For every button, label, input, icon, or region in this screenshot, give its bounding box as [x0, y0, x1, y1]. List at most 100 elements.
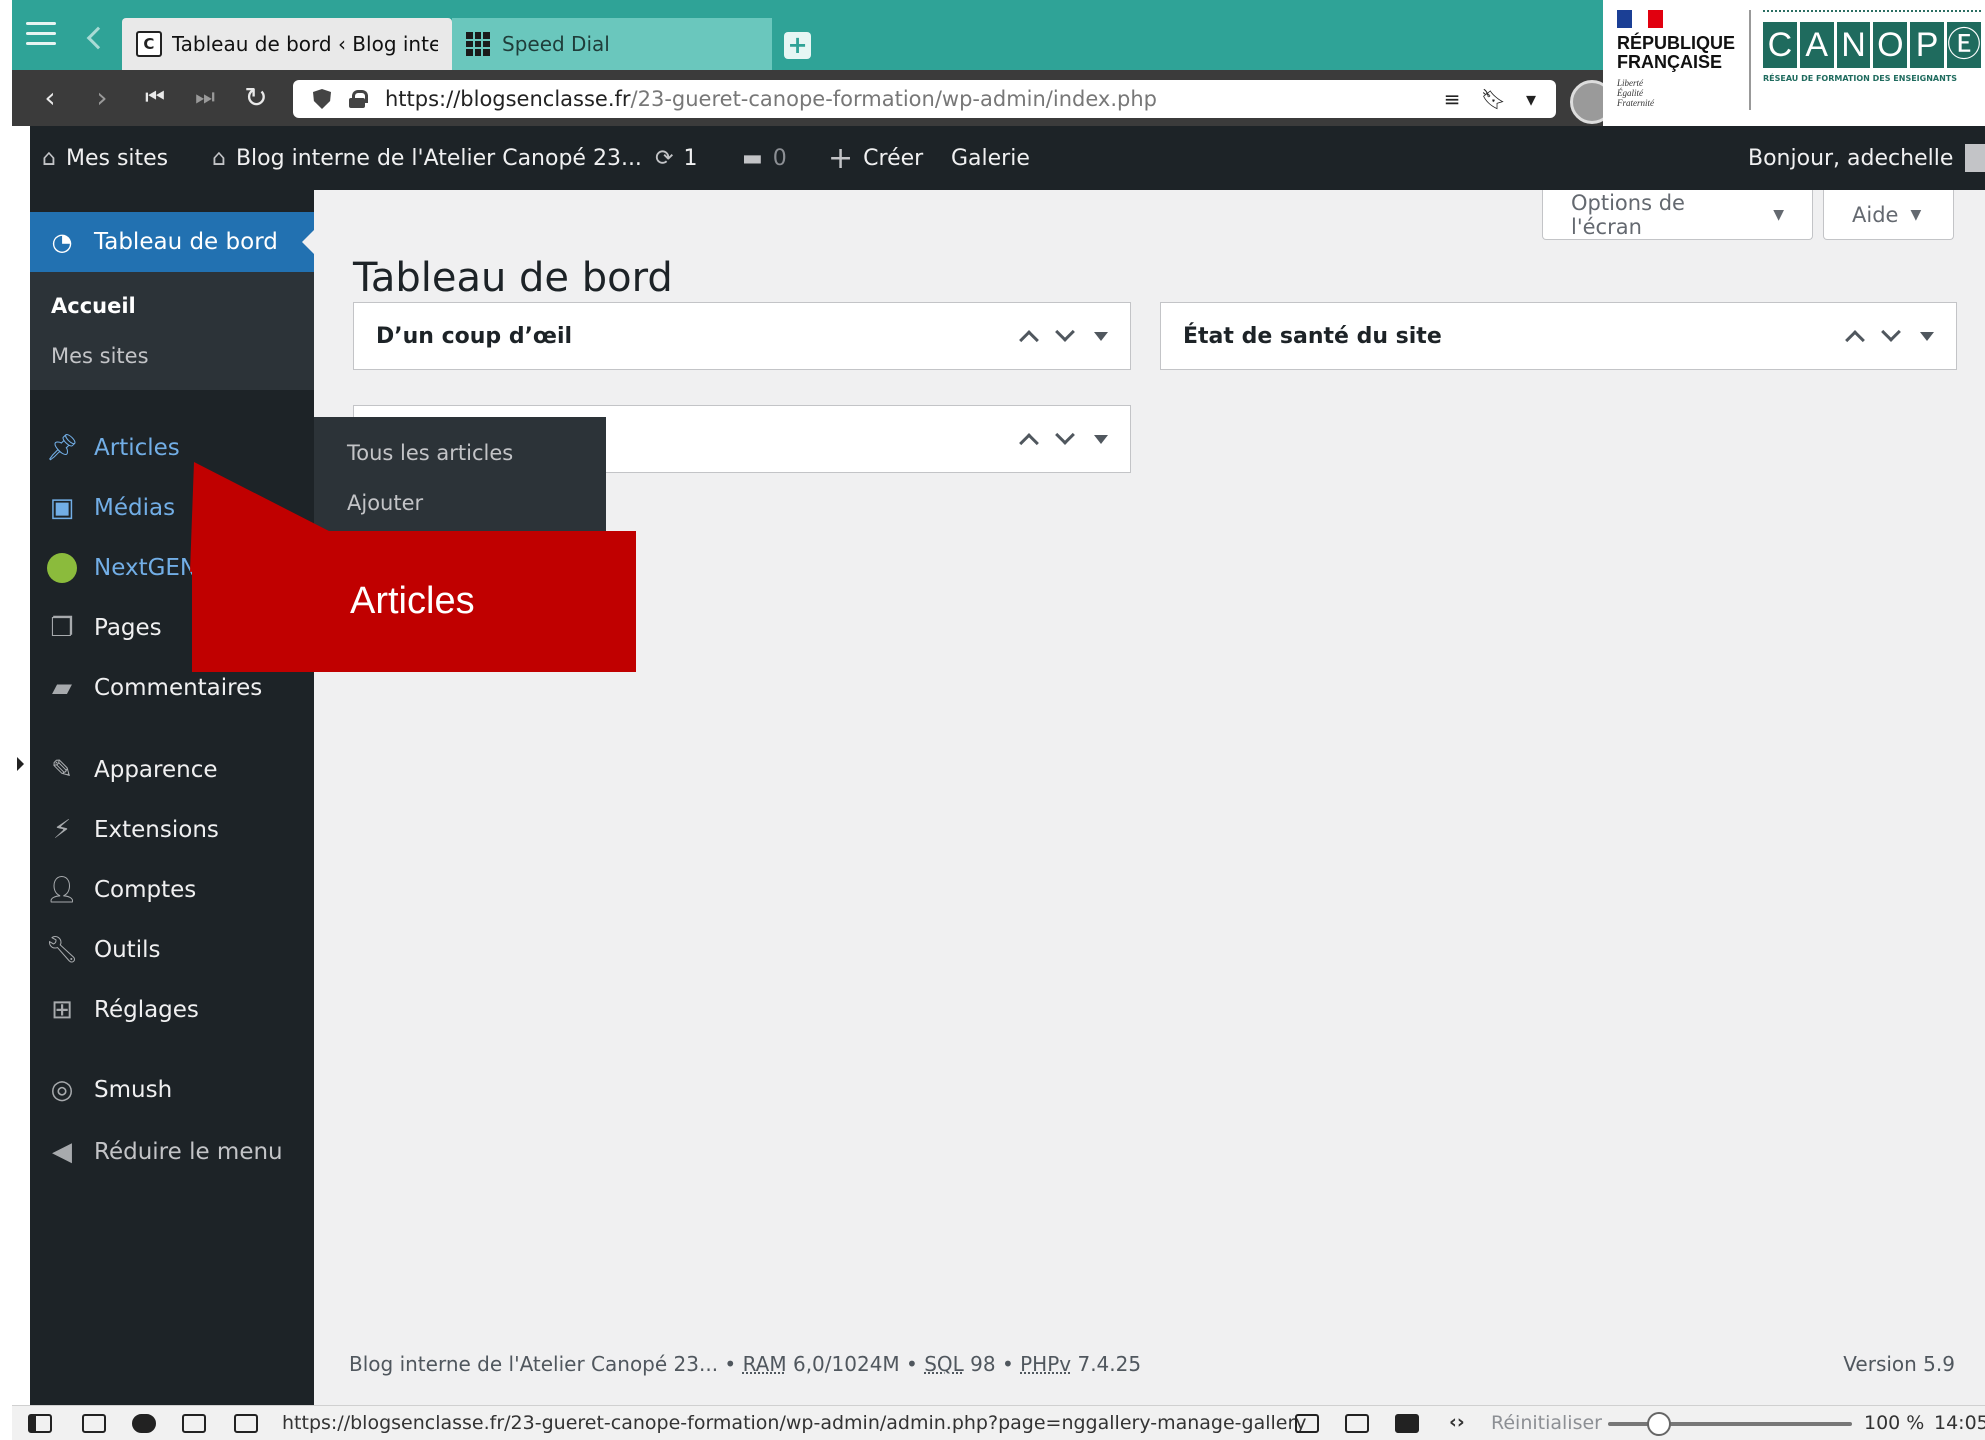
footer-version: Version 5.9	[1843, 1352, 1955, 1376]
mail-icon[interactable]	[182, 1414, 206, 1433]
fast-forward-icon[interactable]: ⏭	[189, 82, 221, 114]
move-down-icon[interactable]	[1055, 322, 1075, 342]
wrench-icon: 🔧︎	[45, 935, 79, 965]
image-icon[interactable]	[1395, 1414, 1419, 1433]
tab-bar: C Tableau de bord ‹ Blog inte Speed Dial…	[12, 0, 1603, 70]
screen-options-button[interactable]: Options de l'écran ▼	[1542, 190, 1813, 240]
rewind-icon[interactable]: ⏮	[139, 82, 171, 114]
browser-status-bar: https://blogsenclasse.fr/23-gueret-canop…	[12, 1405, 1985, 1440]
admin-bar-comments[interactable]: ▬ 0	[742, 126, 787, 190]
code-icon[interactable]: ‹›	[1449, 1411, 1465, 1433]
sidebar-item-dashboard[interactable]: ◔ Tableau de bord	[30, 212, 314, 272]
admin-bar-account[interactable]: Bonjour, adechelle	[1748, 126, 1985, 190]
capture-icon[interactable]	[1295, 1414, 1319, 1433]
admin-sidebar: ◔ Tableau de bord Accueil Mes sites 📌︎ Ar…	[30, 190, 314, 1405]
wp-admin-bar: ⌂ Mes sites ⌂ Blog interne de l'Atelier Ca…	[30, 126, 1985, 190]
submenu-my-sites[interactable]: Mes sites	[51, 344, 149, 368]
reload-icon[interactable]: ↻	[240, 82, 272, 114]
updates-icon: ⟳	[655, 145, 674, 171]
dashboard-submenu: Accueil Mes sites	[30, 272, 314, 390]
settings-icon: ⊞	[51, 995, 73, 1025]
republique-francaise-logo: RÉPUBLIQUE FRANÇAISE Liberté Égalité Frat…	[1617, 10, 1737, 108]
address-bar[interactable]: https://blogsenclasse.fr/23-gueret-canop…	[293, 80, 1556, 118]
user-avatar-icon	[1965, 144, 1985, 172]
move-up-icon[interactable]	[1019, 330, 1039, 350]
dropdown-icon[interactable]: ▾	[1526, 87, 1536, 111]
tab-scroll-left-icon[interactable]	[86, 26, 110, 50]
home-icon: ⌂	[212, 145, 226, 171]
url-text[interactable]: https://blogsenclasse.fr/23-gueret-canop…	[385, 87, 1157, 111]
brush-icon: ✎	[51, 755, 73, 785]
browser-menu-icon[interactable]	[26, 22, 56, 48]
move-up-icon[interactable]	[1019, 433, 1039, 453]
smush-icon: ◎	[50, 1075, 74, 1105]
navigation-bar: ‹ › ⏮ ⏭ ↻ https://blogsenclasse.fr/23-gu…	[12, 70, 1614, 126]
sidebar-item-appearance[interactable]: ✎ Apparence	[30, 742, 314, 798]
pin-icon: 📌︎	[45, 433, 79, 463]
admin-bar-site-name[interactable]: ⌂ Blog interne de l'Atelier Canopé 23...	[212, 126, 642, 190]
reader-mode-icon[interactable]: ≡	[1444, 87, 1461, 111]
zoom-level: 100 %	[1864, 1412, 1925, 1434]
toggle-panel-icon[interactable]	[1094, 331, 1108, 341]
admin-bar-my-sites[interactable]: ⌂ Mes sites	[42, 126, 168, 190]
caret-down-icon: ▼	[1910, 206, 1922, 223]
collapse-icon: ◀	[52, 1137, 72, 1167]
tab-label: Speed Dial	[502, 32, 610, 56]
cloud-icon[interactable]	[132, 1414, 156, 1433]
zoom-slider[interactable]	[1608, 1422, 1852, 1426]
flyout-all-articles[interactable]: Tous les articles	[347, 441, 513, 465]
footer-info: Blog interne de l'Atelier Canopé 23... •…	[349, 1352, 1142, 1376]
move-down-icon[interactable]	[1055, 425, 1075, 445]
my-sites-icon: ⌂	[42, 145, 56, 171]
expand-arrow-icon[interactable]	[17, 757, 24, 771]
toggle-panel-icon[interactable]	[1094, 434, 1108, 444]
sidebar-item-settings[interactable]: ⊞ Réglages	[30, 982, 314, 1038]
tab-tiling-icon[interactable]	[82, 1414, 106, 1433]
move-up-icon[interactable]	[1845, 330, 1865, 350]
new-tab-button[interactable]: +	[784, 32, 811, 59]
clock: 14:05	[1934, 1412, 1985, 1434]
tab-speed-dial[interactable]: Speed Dial	[452, 18, 772, 70]
canope-logo: C A N O P Ⓔ RÉSEAU DE FORMATION DES ENSEIGNAN…	[1763, 10, 1981, 83]
logo-separator	[1749, 10, 1751, 110]
help-button[interactable]: Aide ▼	[1823, 190, 1954, 240]
main-content: Options de l'écran ▼ Aide ▼ Tableau de bor…	[314, 190, 1985, 1405]
window-icon[interactable]	[1345, 1414, 1369, 1433]
pages-icon: ❐	[50, 613, 74, 643]
caret-down-icon: ▼	[1773, 206, 1784, 223]
admin-bar-create[interactable]: + Créer	[828, 126, 923, 190]
sidebar-item-accounts[interactable]: 👤︎ Comptes	[30, 862, 314, 918]
toggle-panel-icon[interactable]	[1920, 331, 1934, 341]
calendar-icon[interactable]	[234, 1414, 258, 1433]
user-icon: 👤︎	[45, 875, 79, 905]
french-flag-icon	[1617, 10, 1663, 28]
bookmark-icon[interactable]: 🔖︎	[1481, 87, 1506, 111]
tutorial-callout: Articles	[192, 531, 636, 672]
comment-icon: ▬	[742, 145, 763, 171]
lock-icon[interactable]	[349, 90, 368, 108]
move-down-icon[interactable]	[1881, 322, 1901, 342]
nextgen-icon	[45, 553, 79, 583]
forward-icon[interactable]: ›	[86, 82, 118, 114]
widget-site-health: État de santé du site	[1160, 302, 1957, 370]
page-c-icon: C	[136, 31, 162, 57]
sidebar-collapse-menu[interactable]: ◀ Réduire le menu	[30, 1124, 314, 1180]
zoom-reset-button[interactable]: Réinitialiser	[1491, 1412, 1602, 1434]
back-icon[interactable]: ‹	[34, 82, 66, 114]
zoom-slider-handle[interactable]	[1647, 1412, 1671, 1436]
admin-bar-gallery[interactable]: Galerie	[951, 126, 1030, 190]
comment-icon: ▰	[52, 673, 72, 703]
plugin-icon: ⚡︎	[52, 815, 72, 845]
submenu-home[interactable]: Accueil	[51, 294, 136, 318]
media-icon: ▣	[49, 493, 75, 523]
panel-toggle-icon[interactable]	[28, 1414, 52, 1433]
page-title: Tableau de bord	[353, 254, 673, 301]
speed-dial-icon	[466, 32, 490, 56]
sidebar-item-smush[interactable]: ◎ Smush	[30, 1062, 314, 1118]
admin-bar-updates[interactable]: ⟳ 1	[655, 126, 697, 190]
tab-dashboard[interactable]: C Tableau de bord ‹ Blog inte	[122, 18, 452, 70]
shield-icon[interactable]	[313, 89, 331, 109]
sidebar-item-extensions[interactable]: ⚡︎ Extensions	[30, 802, 314, 858]
sidebar-item-tools[interactable]: 🔧︎ Outils	[30, 922, 314, 978]
status-url: https://blogsenclasse.fr/23-gueret-canop…	[282, 1412, 1307, 1434]
